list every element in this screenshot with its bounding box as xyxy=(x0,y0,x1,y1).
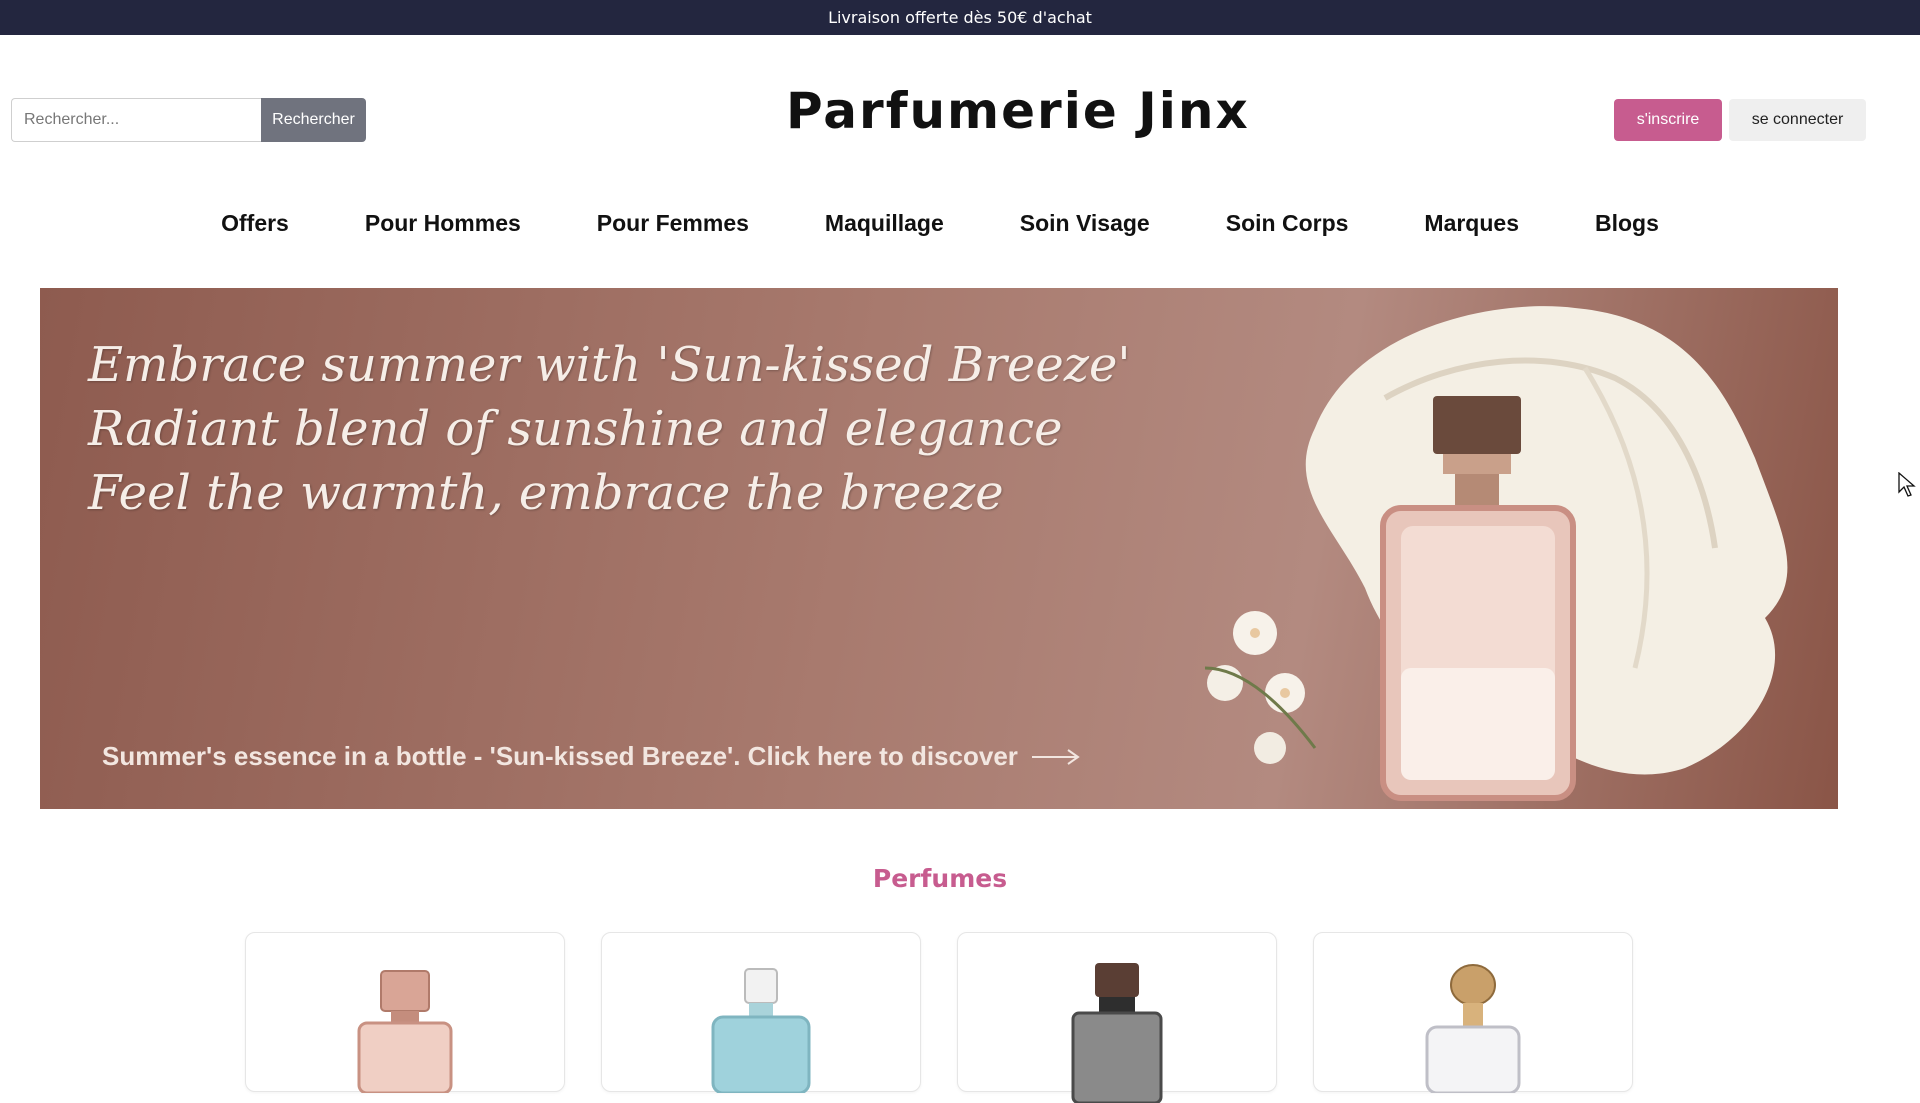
nav-item-soin-visage[interactable]: Soin Visage xyxy=(1020,210,1150,237)
product-card[interactable] xyxy=(957,932,1277,1103)
search-bar: Rechercher xyxy=(11,98,366,142)
nav-item-marques[interactable]: Marques xyxy=(1424,210,1519,237)
nav-item-pour-hommes[interactable]: Pour Hommes xyxy=(365,210,521,237)
signup-button[interactable]: s'inscrire xyxy=(1614,99,1722,141)
section-title-perfumes: Perfumes xyxy=(872,864,1008,893)
hero-line-2: Radiant blend of sunshine and elegance xyxy=(88,401,1063,457)
nav-item-blogs[interactable]: Blogs xyxy=(1595,210,1659,237)
nav-item-offers[interactable]: Offers xyxy=(221,210,289,237)
hero-headline: Embrace summer with 'Sun-kissed Breeze' … xyxy=(88,333,1131,525)
nav-item-soin-corps[interactable]: Soin Corps xyxy=(1226,210,1349,237)
search-input[interactable] xyxy=(11,98,261,142)
mouse-cursor-icon xyxy=(1898,472,1916,497)
hero-cta-text: Summer's essence in a bottle - 'Sun-kiss… xyxy=(102,741,1018,771)
hero-cta-link[interactable]: Summer's essence in a bottle - 'Sun-kiss… xyxy=(102,741,1082,772)
hero-banner[interactable]: Embrace summer with 'Sun-kissed Breeze' … xyxy=(40,288,1838,809)
nav-item-maquillage[interactable]: Maquillage xyxy=(825,210,944,237)
login-button[interactable]: se connecter xyxy=(1729,99,1866,141)
perfume-bottle-image xyxy=(1204,306,1788,801)
perfume-bottle-image xyxy=(1425,964,1521,1093)
main-nav: Offers Pour Hommes Pour Femmes Maquillag… xyxy=(0,210,1880,237)
product-grid xyxy=(245,932,1633,1103)
auth-buttons: s'inscrire se connecter xyxy=(1614,99,1866,141)
product-card[interactable] xyxy=(601,932,921,1093)
perfume-bottle-image xyxy=(1071,963,1163,1103)
hero-line-1: Embrace summer with 'Sun-kissed Breeze' xyxy=(88,337,1131,393)
perfume-bottle-image xyxy=(711,968,811,1093)
site-logo[interactable]: Parfumerie Jinx xyxy=(786,82,1248,148)
search-button[interactable]: Rechercher xyxy=(261,98,366,142)
product-card[interactable] xyxy=(245,932,565,1093)
arrow-right-icon xyxy=(1031,748,1080,765)
shipping-banner: Livraison offerte dès 50€ d'achat xyxy=(0,0,1920,35)
nav-item-pour-femmes[interactable]: Pour Femmes xyxy=(597,210,749,237)
hero-line-3: Feel the warmth, embrace the breeze xyxy=(88,465,1004,521)
product-card[interactable] xyxy=(1313,932,1633,1093)
shipping-banner-text: Livraison offerte dès 50€ d'achat xyxy=(828,8,1092,27)
perfume-bottle-image xyxy=(357,970,453,1093)
